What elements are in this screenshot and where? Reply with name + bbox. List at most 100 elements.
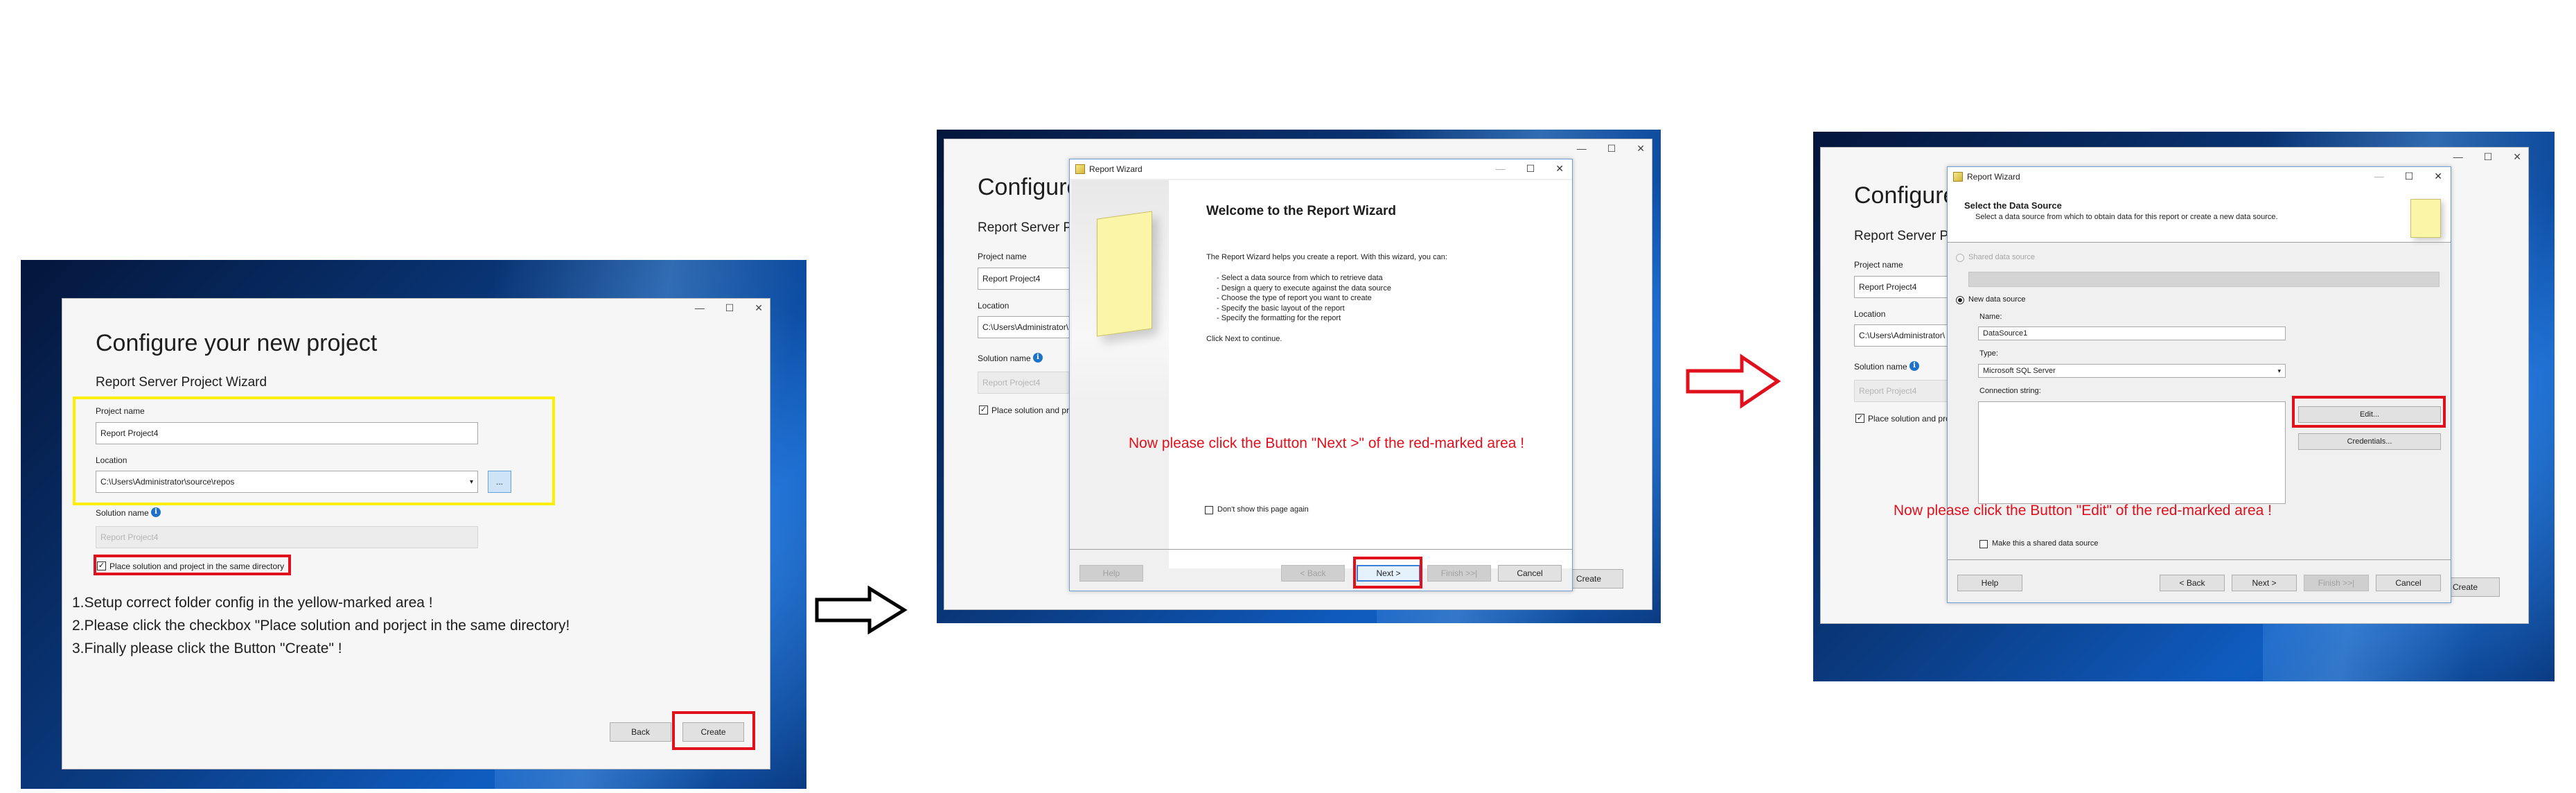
new-source-radio[interactable] xyxy=(1956,296,1964,304)
cancel-button[interactable]: Cancel xyxy=(1498,565,1562,582)
wizard-side-graphic xyxy=(1072,180,1169,402)
dont-show-checkbox[interactable] xyxy=(1205,506,1213,514)
report-page-graphic xyxy=(2410,199,2441,238)
edit-button-red-marker xyxy=(2292,396,2446,428)
shared-source-radio[interactable] xyxy=(1956,254,1964,262)
new-source-label[interactable]: New data source xyxy=(1968,295,2026,304)
minimize-icon[interactable]: — xyxy=(1577,143,1587,153)
same-directory-checkbox-label[interactable]: Place solution and pro xyxy=(991,406,1074,415)
page-subtitle: Report Server Project Wizard xyxy=(96,375,267,390)
credentials-button[interactable]: Credentials... xyxy=(2298,433,2441,450)
help-button[interactable]: Help xyxy=(1079,565,1143,582)
wizard-title: Report Wizard xyxy=(1967,172,2020,182)
maximize-icon[interactable]: ☐ xyxy=(1526,164,1535,173)
wizard-subheading: Select a data source from which to obtai… xyxy=(1975,213,2278,221)
name-input[interactable]: DataSource1 xyxy=(1978,326,2286,340)
report-wizard-icon xyxy=(1953,172,1963,182)
footer-divider xyxy=(1070,549,1572,550)
minimize-icon[interactable]: — xyxy=(2374,171,2384,181)
bullet-item: - Select a data source from which to ret… xyxy=(1217,274,1383,282)
type-label: Type: xyxy=(1979,349,1998,358)
bullet-item: - Choose the type of report you want to … xyxy=(1217,294,1372,302)
next-button-red-marker xyxy=(1353,557,1422,589)
shared-source-label[interactable]: Shared data source xyxy=(1968,253,2035,261)
close-icon[interactable]: ✕ xyxy=(2513,152,2521,162)
type-value: Microsoft SQL Server xyxy=(1983,367,2056,375)
footer-divider xyxy=(1948,559,2451,560)
solution-name-label: Solution name xyxy=(96,508,149,518)
back-button[interactable]: < Back xyxy=(1281,565,1345,582)
connection-string-input[interactable] xyxy=(1978,401,2286,504)
shared-checkbox[interactable] xyxy=(1979,540,1988,548)
page-title: Configure your new project xyxy=(96,330,378,356)
window-controls: — ☐ ✕ xyxy=(2374,171,2442,181)
solution-name-input: Report Project4 xyxy=(96,526,478,548)
project-name-label: Project name xyxy=(978,252,1027,261)
connection-label: Connection string: xyxy=(1979,387,2041,395)
shared-checkbox-label[interactable]: Make this a shared data source xyxy=(1992,539,2098,548)
shared-source-select xyxy=(1968,272,2440,287)
info-icon: i xyxy=(1033,353,1043,363)
page-title: Configure xyxy=(978,174,1080,200)
arrow-right-icon xyxy=(1686,354,1781,409)
arrow-right-icon xyxy=(815,586,908,634)
close-icon[interactable]: ✕ xyxy=(1555,164,1564,173)
solution-name-label: Solution name xyxy=(978,354,1031,363)
back-button[interactable]: < Back xyxy=(2160,575,2225,591)
configure-project-dialog: — ☐ ✕ Configure your new project Report … xyxy=(62,298,770,769)
instruction-note: Now please click the Button "Next >" of … xyxy=(1129,435,1525,451)
instruction-line: 2.Please click the checkbox "Place solut… xyxy=(72,618,570,634)
report-wizard-data-source: Report Wizard — ☐ ✕ Select the Data Sour… xyxy=(1947,166,2451,603)
wizard-bullets: - Select a data source from which to ret… xyxy=(1217,273,1391,324)
finish-button[interactable]: Finish >>| xyxy=(2304,575,2369,591)
minimize-icon[interactable]: — xyxy=(695,303,705,313)
close-icon[interactable]: ✕ xyxy=(755,303,763,313)
minimize-icon[interactable]: — xyxy=(2453,152,2463,162)
window-controls: — ☐ ✕ xyxy=(1577,143,1645,153)
close-icon[interactable]: ✕ xyxy=(1637,143,1645,153)
wizard-heading: Welcome to the Report Wizard xyxy=(1206,204,1396,218)
dont-show-label[interactable]: Don't show this page again xyxy=(1217,505,1309,514)
same-directory-checkbox[interactable]: ✓ xyxy=(979,406,988,415)
report-wizard-welcome: Report Wizard — ☐ ✕ Welcome to the Repor… xyxy=(1069,159,1573,591)
type-select[interactable]: Microsoft SQL Server ▾ xyxy=(1978,364,2286,378)
instruction-note: Now please click the Button "Edit" of th… xyxy=(1894,503,2273,518)
wizard-heading: Select the Data Source xyxy=(1964,200,2062,211)
info-icon: i xyxy=(151,507,161,517)
checkbox-red-marker xyxy=(94,555,291,575)
maximize-icon[interactable]: ☐ xyxy=(2405,171,2414,181)
maximize-icon[interactable]: ☐ xyxy=(1607,143,1616,153)
dropdown-icon[interactable]: ▾ xyxy=(2277,367,2281,375)
header-divider xyxy=(1948,242,2451,243)
minimize-icon[interactable]: — xyxy=(1496,164,1506,173)
wizard-continue: Click Next to continue. xyxy=(1206,335,1282,343)
close-icon[interactable]: ✕ xyxy=(2434,171,2442,181)
back-button[interactable]: Back xyxy=(610,722,671,742)
location-label: Location xyxy=(1854,309,1886,319)
help-button[interactable]: Help xyxy=(1957,575,2022,591)
wizard-intro: The Report Wizard helps you create a rep… xyxy=(1206,253,1447,261)
bullet-item: - Design a query to execute against the … xyxy=(1217,284,1391,293)
same-directory-checkbox[interactable]: ✓ xyxy=(1855,414,1864,423)
report-page-graphic xyxy=(1097,211,1152,337)
radio-dot xyxy=(1958,298,1962,302)
same-directory-checkbox-label[interactable]: Place solution and pro xyxy=(1868,414,1950,424)
name-label: Name: xyxy=(1979,313,2002,321)
report-wizard-icon xyxy=(1075,164,1085,174)
bullet-item: - Specify the basic layout of the report xyxy=(1217,304,1345,313)
finish-button[interactable]: Finish >>| xyxy=(1427,565,1491,582)
project-name-label: Project name xyxy=(1854,260,1903,270)
location-label: Location xyxy=(978,301,1009,311)
maximize-icon[interactable]: ☐ xyxy=(725,303,734,313)
wizard-title: Report Wizard xyxy=(1089,164,1143,174)
window-controls: — ☐ ✕ xyxy=(695,303,763,313)
yellow-marked-area xyxy=(73,397,555,505)
instruction-line: 3.Finally please click the Button "Creat… xyxy=(72,640,342,656)
window-controls: — ☐ ✕ xyxy=(1496,164,1564,173)
instruction-line: 1.Setup correct folder config in the yel… xyxy=(72,595,433,611)
maximize-icon[interactable]: ☐ xyxy=(2484,152,2493,162)
cancel-button[interactable]: Cancel xyxy=(2376,575,2441,591)
create-button-red-marker xyxy=(672,711,755,750)
solution-name-label: Solution name xyxy=(1854,362,1907,372)
next-button[interactable]: Next > xyxy=(2232,575,2297,591)
